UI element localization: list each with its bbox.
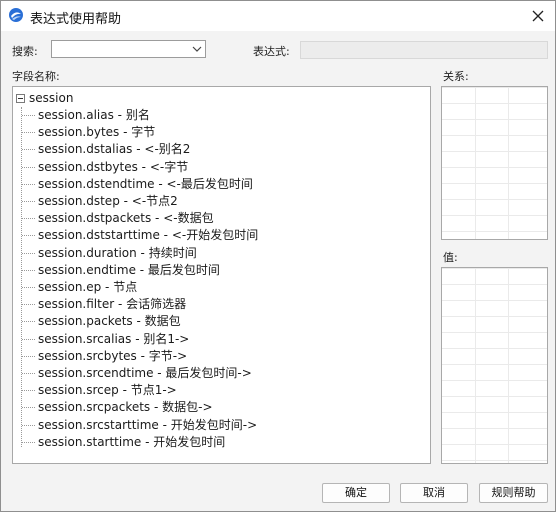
grid-divider <box>475 87 476 239</box>
tree-item[interactable]: session.dstalias - <-别名2 <box>21 141 190 158</box>
search-input[interactable] <box>52 41 188 57</box>
tree-item[interactable]: session.duration - 持续时间 <box>22 245 197 262</box>
title-bar: 表达式使用帮助 <box>1 1 555 31</box>
value-list[interactable] <box>441 267 548 464</box>
relation-list[interactable] <box>441 86 548 240</box>
tree-item[interactable]: session.srcbytes - 字节-> <box>21 348 187 365</box>
field-tree[interactable]: session session.alias - 别名 session.bytes … <box>12 86 431 464</box>
tree-item[interactable]: session.srcendtime - 最后发包时间-> <box>22 365 252 382</box>
search-label: 搜索: <box>12 45 38 58</box>
fields-label: 字段名称: <box>12 70 60 83</box>
tree-item[interactable]: session.dstep - <-节点2 <box>22 193 178 210</box>
tree-collapse-icon[interactable] <box>16 94 25 103</box>
tree-item[interactable]: session.srcstarttime - 开始发包时间-> <box>21 417 257 434</box>
expression-field[interactable] <box>300 41 548 59</box>
expression-label: 表达式: <box>253 45 290 58</box>
tree-item[interactable]: session.packets - 数据包 <box>22 313 181 330</box>
tree-item[interactable]: session.dstendtime - <-最后发包时间 <box>22 176 253 193</box>
value-label: 值: <box>443 251 458 264</box>
grid-divider <box>508 87 509 239</box>
tree-item[interactable]: session.bytes - 字节 <box>21 124 155 141</box>
tree-item[interactable]: session.srcalias - 别名1-> <box>21 331 189 348</box>
grid-divider <box>475 268 476 463</box>
close-icon[interactable] <box>527 5 549 27</box>
tree-item[interactable]: session.alias - 别名 <box>22 107 150 124</box>
tree-item[interactable]: session.filter - 会话筛选器 <box>21 296 186 313</box>
tree-item[interactable]: session.srcep - 节点1-> <box>22 382 177 399</box>
chevron-down-icon[interactable] <box>191 43 203 55</box>
tree-item[interactable]: session.srcpackets - 数据包-> <box>22 399 213 416</box>
app-logo-icon <box>9 8 23 22</box>
tree-item[interactable]: session.endtime - 最后发包时间 <box>22 262 220 279</box>
tree-item[interactable]: session.ep - 节点 <box>21 279 137 296</box>
tree-root-label: session <box>29 91 74 105</box>
tree-item[interactable]: session.dstbytes - <-字节 <box>21 159 188 176</box>
rule-help-button[interactable]: 规则帮助 <box>479 483 548 503</box>
dialog-window: 表达式使用帮助 搜索: 表达式: 字段名称: 关系: session sessi… <box>0 0 556 512</box>
window-title: 表达式使用帮助 <box>30 12 122 27</box>
tree-item[interactable]: session.dstpackets - <-数据包 <box>22 210 214 227</box>
ok-button[interactable]: 确定 <box>322 483 390 503</box>
search-combobox[interactable] <box>51 40 206 58</box>
relation-label: 关系: <box>443 70 469 83</box>
tree-guide-line <box>21 107 22 447</box>
tree-item[interactable]: session.dststarttime - <-开始发包时间 <box>21 227 258 244</box>
grid-divider <box>508 268 509 463</box>
tree-item[interactable]: session.starttime - 开始发包时间 <box>21 434 225 451</box>
cancel-button[interactable]: 取消 <box>400 483 468 503</box>
